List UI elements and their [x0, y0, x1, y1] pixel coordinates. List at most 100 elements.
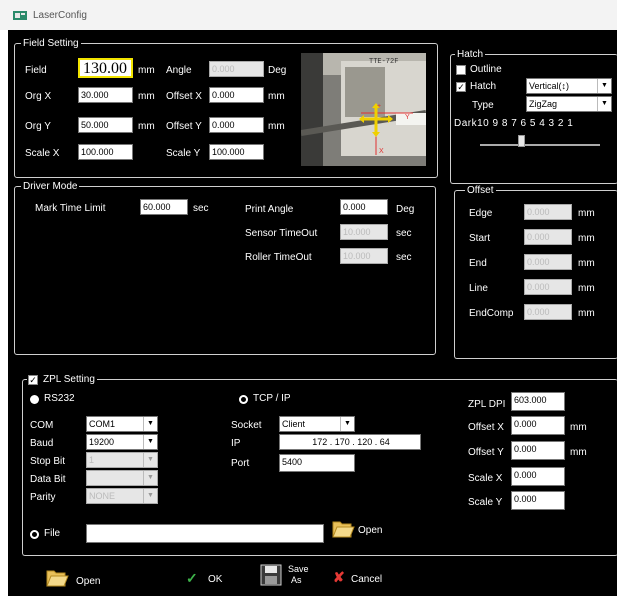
zpl-scale-y-input[interactable]: 0.000 [511, 491, 565, 510]
stop-bit-select[interactable]: 1 ▼ [86, 452, 158, 468]
svg-text:+: + [377, 103, 381, 110]
field-unit: mm [138, 65, 155, 76]
end-input[interactable]: 0.000 [524, 254, 572, 270]
hatch-type-select[interactable]: ZigZag ▼ [526, 96, 612, 112]
file-open-label: Open [358, 525, 383, 536]
scale-y-input[interactable]: 100.000 [209, 144, 264, 160]
field-preview-image: + Y X TTE-72F [301, 53, 426, 166]
check-icon: ✓ [186, 570, 198, 586]
offset-x-input[interactable]: 0.000 [209, 87, 264, 103]
zpl-offset-y-label: Offset Y [468, 447, 504, 458]
endcomp-input[interactable]: 0.000 [524, 304, 572, 320]
port-label: Port [231, 458, 250, 469]
title-bar: LaserConfig [0, 0, 617, 30]
hatch-checkbox[interactable]: ✓ [456, 82, 466, 92]
parity-select[interactable]: NONE ▼ [86, 488, 158, 504]
angle-unit: Deg [268, 65, 287, 76]
rs232-label: RS232 [44, 393, 75, 404]
zpl-offset-y-input[interactable]: 0.000 [511, 441, 565, 460]
ip-input[interactable]: 172 . 170 . 120 . 64 [279, 434, 421, 450]
file-radio[interactable] [30, 530, 39, 539]
socket-label: Socket [231, 420, 262, 431]
cancel-button[interactable]: ✘ Cancel [333, 566, 403, 590]
roller-timeout-input[interactable]: 10.000 [340, 248, 388, 264]
close-icon: ✘ [333, 569, 345, 585]
file-path-input[interactable] [86, 524, 324, 543]
line-label: Line [469, 283, 488, 294]
rs232-radio[interactable] [30, 395, 39, 404]
zpl-dpi-label: ZPL DPI [468, 399, 506, 410]
socket-select[interactable]: Client ▼ [279, 416, 355, 432]
app-icon [13, 11, 27, 20]
angle-input[interactable]: 0.000 [209, 61, 264, 77]
mark-time-limit-input[interactable]: 60.000 [140, 199, 188, 215]
slider-thumb[interactable] [518, 135, 526, 147]
chevron-down-icon: ▼ [340, 417, 354, 431]
org-x-input[interactable]: 30.000 [78, 87, 133, 103]
zpl-offset-y-unit: mm [570, 447, 587, 458]
sensor-timeout-input[interactable]: 10.000 [340, 224, 388, 240]
roller-timeout-label: Roller TimeOut [245, 252, 312, 263]
zpl-offset-x-input[interactable]: 0.000 [511, 416, 565, 435]
start-label: Start [469, 233, 491, 244]
dialog-client: Field Setting Field 130.00 mm Angle 0.00… [8, 30, 617, 596]
print-angle-label: Print Angle [245, 204, 294, 215]
edge-unit: mm [578, 208, 595, 219]
sensor-timeout-unit: sec [396, 228, 412, 239]
folder-open-icon [46, 570, 69, 587]
zpl-setting-checkbox[interactable]: ✓ [28, 375, 38, 385]
offset-y-input[interactable]: 0.000 [209, 117, 264, 133]
print-angle-unit: Deg [396, 204, 415, 215]
hatch-direction-value: Vertical(↕) [529, 81, 570, 91]
edge-input[interactable]: 0.000 [524, 204, 572, 220]
print-angle-input[interactable]: 0.000 [340, 199, 388, 215]
offset-x-unit: mm [268, 91, 285, 102]
end-unit: mm [578, 258, 595, 269]
field-size-input[interactable]: 130.00 [78, 58, 133, 78]
save-as-label-line1: Save [288, 564, 309, 574]
cancel-label: Cancel [351, 574, 383, 585]
org-y-input[interactable]: 50.000 [78, 117, 133, 133]
data-bit-label: Data Bit [30, 474, 66, 485]
zpl-scale-x-label: Scale X [468, 473, 503, 484]
dark-slider[interactable] [474, 134, 604, 148]
endcomp-label: EndComp [469, 308, 514, 319]
zpl-dpi-input[interactable]: 603.000 [511, 392, 565, 411]
zpl-scale-y-label: Scale Y [468, 497, 503, 508]
outline-checkbox[interactable] [456, 65, 466, 75]
scale-x-input[interactable]: 100.000 [78, 144, 133, 160]
line-input[interactable]: 0.000 [524, 279, 572, 295]
offset-y-unit: mm [268, 121, 285, 132]
dark-scale-label: Dark10 9 8 7 6 5 4 3 2 1 [454, 118, 574, 129]
save-as-button[interactable]: Save As [260, 562, 324, 590]
save-icon [260, 564, 282, 586]
hatch-direction-select[interactable]: Vertical(↕) ▼ [526, 78, 612, 94]
open-button[interactable]: Open [44, 564, 114, 592]
tcpip-label: TCP / IP [253, 393, 291, 404]
save-as-label-line2: As [291, 575, 302, 585]
file-open-button[interactable]: Open [330, 515, 400, 543]
port-input[interactable]: 5400 [279, 454, 355, 472]
data-bit-select[interactable]: ▼ [86, 470, 158, 486]
ok-label: OK [208, 574, 223, 585]
chevron-down-icon: ▼ [143, 435, 157, 449]
com-select[interactable]: COM1 ▼ [86, 416, 158, 432]
svg-text:X: X [379, 148, 384, 155]
ok-button[interactable]: ✓ OK [186, 566, 246, 590]
driver-mode-legend: Driver Mode [21, 181, 80, 192]
start-input[interactable]: 0.000 [524, 229, 572, 245]
outline-label: Outline [470, 64, 502, 75]
hatch-label: Hatch [470, 81, 497, 92]
sensor-timeout-label: Sensor TimeOut [245, 228, 318, 239]
field-label: Field [25, 65, 47, 76]
tcpip-radio[interactable] [239, 395, 248, 404]
roller-timeout-unit: sec [396, 252, 412, 263]
zpl-setting-legend: ✓ ZPL Setting [27, 374, 97, 385]
parity-label: Parity [30, 492, 56, 503]
chevron-down-icon: ▼ [597, 97, 611, 111]
offset-y-label: Offset Y [166, 121, 202, 132]
zpl-scale-x-input[interactable]: 0.000 [511, 467, 565, 486]
stop-bit-value: 1 [89, 455, 95, 465]
baud-select[interactable]: 19200 ▼ [86, 434, 158, 450]
end-label: End [469, 258, 487, 269]
